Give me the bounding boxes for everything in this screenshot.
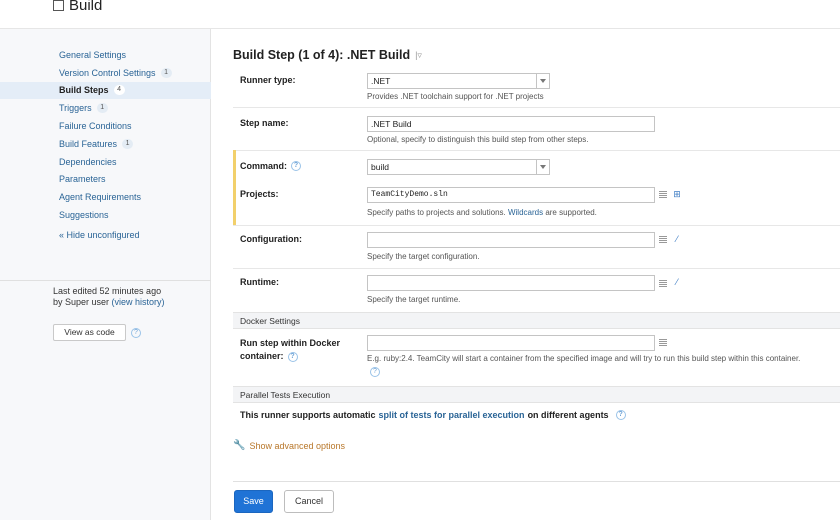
command-label: Command: <box>240 161 287 171</box>
view-history-link[interactable]: (view history) <box>112 297 165 307</box>
sidebar-item-label: Parameters <box>59 174 106 185</box>
projects-hint-text: Specify paths to projects and solutions. <box>367 208 508 217</box>
question-circle-icon[interactable]: ? <box>131 328 141 338</box>
wrench-icon: 🔧 <box>233 440 246 451</box>
command-value: build <box>371 162 389 172</box>
count-badge: 4 <box>113 85 125 96</box>
projects-label: Projects: <box>240 189 279 199</box>
hide-unconfigured-link[interactable]: « Hide unconfigured <box>59 230 140 240</box>
runtime-hint: Specify the target runtime. <box>367 295 461 304</box>
docker-label: Run step within Docker container:? <box>240 337 340 363</box>
checkbox-icon <box>53 0 64 11</box>
sidebar-divider <box>0 280 211 281</box>
sidebar-item-label: Dependencies <box>59 156 117 167</box>
save-button[interactable]: Save <box>234 490 273 513</box>
top-bar: Build <box>0 0 840 29</box>
projects-input[interactable]: TeamCityDemo.sln <box>367 187 655 203</box>
sidebar-item-general-settings[interactable]: General Settings <box>0 46 211 64</box>
page-title-wrap: Build <box>53 0 102 14</box>
count-badge: 1 <box>160 67 172 78</box>
row-divider <box>233 225 840 226</box>
question-circle-icon[interactable]: ? <box>291 161 301 171</box>
docker-image-input[interactable] <box>367 335 655 351</box>
chevron-down-icon <box>536 160 549 174</box>
sidebar-item-agent-requirements[interactable]: Agent Requirements <box>0 188 211 206</box>
command-select[interactable]: build <box>367 159 550 175</box>
show-advanced-options-label: Show advanced options <box>249 440 346 451</box>
list-icon[interactable] <box>659 280 667 287</box>
chevron-down-icon <box>536 74 549 88</box>
wildcards-link[interactable]: Wildcards <box>508 208 543 217</box>
docker-hint: E.g. ruby:2.4. TeamCity will start a con… <box>367 354 801 363</box>
row-divider <box>233 107 840 108</box>
sidebar-item-vcs-settings[interactable]: Version Control Settings 1 <box>0 64 211 82</box>
command-label-wrap: Command: ? <box>240 161 301 171</box>
sidebar-item-dependencies[interactable]: Dependencies <box>0 153 211 171</box>
parallel-tests-text: This runner supports automatic split of … <box>240 410 626 420</box>
count-badge: 1 <box>96 103 108 114</box>
docker-label-line1: Run step within Docker <box>240 338 341 348</box>
magic-wand-icon[interactable]: ⁄ <box>672 234 682 244</box>
show-advanced-options-link[interactable]: 🔧 Show advanced options <box>233 440 345 451</box>
magic-wand-icon[interactable]: ⁄ <box>672 277 682 287</box>
chevron-down-icon[interactable]: |▿ <box>415 50 422 61</box>
footer-divider <box>233 481 840 482</box>
question-circle-icon[interactable]: ? <box>370 367 380 377</box>
list-icon[interactable] <box>659 339 667 346</box>
configuration-hint: Specify the target configuration. <box>367 252 480 261</box>
parallel-text-b: on different agents <box>527 410 609 420</box>
count-badge: 1 <box>122 138 134 149</box>
tree-picker-icon[interactable]: ⊞ <box>672 189 682 199</box>
sidebar: General Settings Version Control Setting… <box>0 29 211 520</box>
sidebar-item-label: Triggers <box>59 103 92 114</box>
view-as-code-button[interactable]: View as code <box>53 324 126 341</box>
docker-label-line2: container: <box>240 351 284 361</box>
sidebar-item-label: General Settings <box>59 49 127 60</box>
sidebar-item-label: Build Steps <box>59 85 109 96</box>
configuration-label: Configuration: <box>240 234 302 244</box>
runner-type-hint: Provides .NET toolchain support for .NET… <box>367 92 544 101</box>
list-icon[interactable] <box>659 191 667 198</box>
runner-type-value: .NET <box>371 76 391 86</box>
build-step-title-text: Build Step (1 of 4): .NET Build <box>233 48 411 62</box>
sidebar-item-triggers[interactable]: Triggers 1 <box>0 99 211 117</box>
last-edited-by-line: by Super user (view history) <box>53 297 165 308</box>
sidebar-item-build-steps[interactable]: Build Steps 4 <box>0 81 211 100</box>
sidebar-item-failure-conditions[interactable]: Failure Conditions <box>0 117 211 135</box>
parallel-tests-link[interactable]: split of tests for parallel execution <box>379 410 525 420</box>
sidebar-item-label: Agent Requirements <box>59 192 142 203</box>
sidebar-item-label: Failure Conditions <box>59 121 132 132</box>
sidebar-item-label: Version Control Settings <box>59 67 156 78</box>
projects-hint: Specify paths to projects and solutions.… <box>367 208 597 217</box>
row-divider <box>233 268 840 269</box>
runner-type-select[interactable]: .NET <box>367 73 550 89</box>
sidebar-item-suggestions[interactable]: Suggestions <box>0 206 211 224</box>
projects-hint-text-end: are supported. <box>543 208 597 217</box>
parallel-tests-header: Parallel Tests Execution <box>233 386 840 403</box>
list-icon[interactable] <box>659 236 667 243</box>
runner-type-label: Runner type: <box>240 75 296 85</box>
question-circle-icon[interactable]: ? <box>287 351 298 362</box>
configuration-input[interactable] <box>367 232 655 248</box>
sidebar-item-label: Suggestions <box>59 210 109 221</box>
sidebar-item-label: Build Features <box>59 138 118 149</box>
step-name-label: Step name: <box>240 118 289 128</box>
step-name-hint: Optional, specify to distinguish this bu… <box>367 135 589 144</box>
docker-label-line2-wrap: container:? <box>240 350 340 363</box>
sidebar-item-parameters[interactable]: Parameters <box>0 171 211 189</box>
last-edited-by: by Super user <box>53 296 110 307</box>
build-step-title: Build Step (1 of 4): .NET Build |▿ <box>233 48 422 62</box>
question-circle-icon[interactable]: ? <box>615 410 626 420</box>
sidebar-nav: General Settings Version Control Setting… <box>0 46 211 224</box>
cancel-button[interactable]: Cancel <box>284 490 334 513</box>
page-title: Build <box>69 0 103 14</box>
runtime-label: Runtime: <box>240 277 279 287</box>
parallel-text-a: This runner supports automatic <box>240 410 376 420</box>
sidebar-item-build-features[interactable]: Build Features 1 <box>0 135 211 153</box>
docker-settings-header: Docker Settings <box>233 312 840 329</box>
last-edited-info: Last edited 52 minutes ago by Super user… <box>53 286 165 307</box>
last-edited-text: Last edited 52 minutes ago <box>53 286 162 296</box>
runtime-input[interactable] <box>367 275 655 291</box>
step-name-input[interactable]: .NET Build <box>367 116 655 132</box>
